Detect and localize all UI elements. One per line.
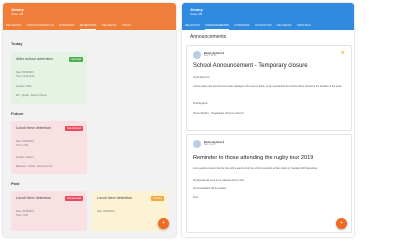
section-past: Past bbox=[11, 181, 20, 186]
announcement-text: All deposits will need to be collected p… bbox=[193, 179, 245, 182]
tab-announcements[interactable]: ANNOUNCEMENTS bbox=[205, 22, 230, 30]
detention-reason: Behaviour - Ofsted - Swing Arounds bbox=[16, 166, 53, 168]
app-bar: Jimmy Class 4B BEHAVIOUR ANNOUNCEMENTS H… bbox=[182, 3, 354, 30]
announcement-text: Fred bbox=[193, 196, 198, 199]
tab-wellbeing[interactable]: WELLBEING bbox=[277, 22, 292, 30]
detention-title: Lunch time detention bbox=[16, 126, 52, 130]
detention-card[interactable]: After school detention Attended Date: 03… bbox=[11, 52, 87, 104]
announcement-text: Just a quick reminder that the bus will … bbox=[193, 167, 318, 170]
announcement-text: Good afternoon bbox=[193, 76, 210, 79]
detention-date: Date: 04/09/2019 bbox=[16, 141, 34, 143]
status-badge: Not Attended bbox=[65, 196, 83, 201]
app-bar: Jimmy Class 4B BEHAVIOUR ANNOUNCEMENTS (… bbox=[3, 3, 176, 30]
announcement-text: Kind Regards bbox=[193, 102, 208, 105]
announcement-card[interactable]: Demo School 2 Sep 3 16:31 ★ School Annou… bbox=[186, 45, 352, 131]
tab-timetable[interactable]: TIMETABLE bbox=[297, 22, 311, 30]
section-today: Today bbox=[11, 41, 23, 46]
detention-title: Lunch time detention bbox=[16, 196, 52, 200]
bookmark-icon[interactable]: ★ bbox=[341, 50, 345, 56]
status-badge: Not Attended bbox=[65, 126, 83, 131]
announcement-date: Sep 3 16:31 bbox=[204, 55, 217, 57]
tab-detentions[interactable]: DETENTIONS bbox=[255, 22, 272, 30]
status-badge: Pending bbox=[151, 196, 164, 201]
status-badge: Attended bbox=[69, 57, 83, 62]
student-class: Class 4B bbox=[190, 12, 203, 16]
add-fab-button[interactable]: + bbox=[158, 218, 169, 229]
add-fab-button[interactable]: + bbox=[336, 218, 347, 229]
section-future: Future bbox=[11, 111, 24, 116]
detention-time: Time: 15:30-16:30 bbox=[16, 76, 35, 78]
tab-bar: BEHAVIOUR ANNOUNCEMENTS (3) HOMEWORK DET… bbox=[3, 22, 176, 30]
announcement-card[interactable]: Demo School 2 Sep 2 11:07 Reminder to th… bbox=[186, 134, 352, 233]
tab-timetable[interactable]: TIMETA bbox=[122, 22, 131, 30]
announcements-screen: Jimmy Class 4B BEHAVIOUR ANNOUNCEMENTS H… bbox=[182, 3, 354, 237]
detention-date: Date: 02/09/2019 bbox=[16, 211, 34, 213]
tab-behaviour[interactable]: BEHAVIOUR bbox=[6, 22, 21, 30]
tab-homework[interactable]: HOMEWORK bbox=[59, 22, 75, 30]
school-avatar bbox=[193, 51, 201, 59]
detention-location: Location: Room 6 bbox=[16, 157, 35, 159]
announcement-text: Steven Murphy - Headmaster of Demo schoo… bbox=[193, 112, 244, 115]
school-avatar bbox=[193, 140, 201, 148]
detention-title: After school detention bbox=[16, 57, 53, 61]
detentions-screen: Jimmy Class 4B BEHAVIOUR ANNOUNCEMENTS (… bbox=[3, 3, 176, 237]
detention-reason: #27 - Ignatio - Dead for Dinner bbox=[16, 95, 48, 97]
tab-wellbeing[interactable]: WELLBEING bbox=[101, 22, 116, 30]
announcement-title: School Announcement - Temporary closure bbox=[193, 63, 308, 69]
detention-time: Time: 12:30 bbox=[16, 145, 29, 147]
student-class: Class 4B bbox=[11, 12, 24, 16]
tab-bar: BEHAVIOUR ANNOUNCEMENTS HOMEWORK DETENTI… bbox=[182, 22, 354, 30]
add-icon: + bbox=[340, 220, 343, 226]
page-title: Announcements bbox=[190, 34, 227, 40]
detention-time: Time: 12:30 bbox=[16, 215, 29, 217]
detention-title: Lunch time detention bbox=[97, 196, 133, 200]
announcement-text: Accommodation will be booked. bbox=[193, 187, 227, 190]
add-icon: + bbox=[162, 220, 165, 226]
tab-behaviour[interactable]: BEHAVIOUR bbox=[185, 22, 200, 30]
detention-location: Location: Office bbox=[16, 86, 32, 88]
detention-card[interactable]: Lunch time detention Not Attended Date: … bbox=[11, 121, 87, 174]
announcement-date: Sep 2 11:07 bbox=[204, 144, 217, 146]
tab-detentions[interactable]: DETENTIONS bbox=[79, 22, 97, 30]
detention-card[interactable]: Lunch time detention Not Attended Date: … bbox=[11, 191, 87, 231]
detention-card[interactable]: Lunch time detention Pending Date: 01/09… bbox=[92, 191, 168, 231]
announcement-title: Reminder to those attending the rugby to… bbox=[193, 155, 314, 161]
tab-homework[interactable]: HOMEWORK bbox=[234, 22, 250, 30]
detention-date: Date: 01/09/2019 bbox=[97, 211, 115, 213]
detention-date: Date: 03/09/2019 bbox=[16, 72, 34, 74]
tab-announcements[interactable]: ANNOUNCEMENTS (3) bbox=[26, 22, 54, 30]
announcement-text: A burst water pipe has left some water d… bbox=[193, 85, 343, 88]
